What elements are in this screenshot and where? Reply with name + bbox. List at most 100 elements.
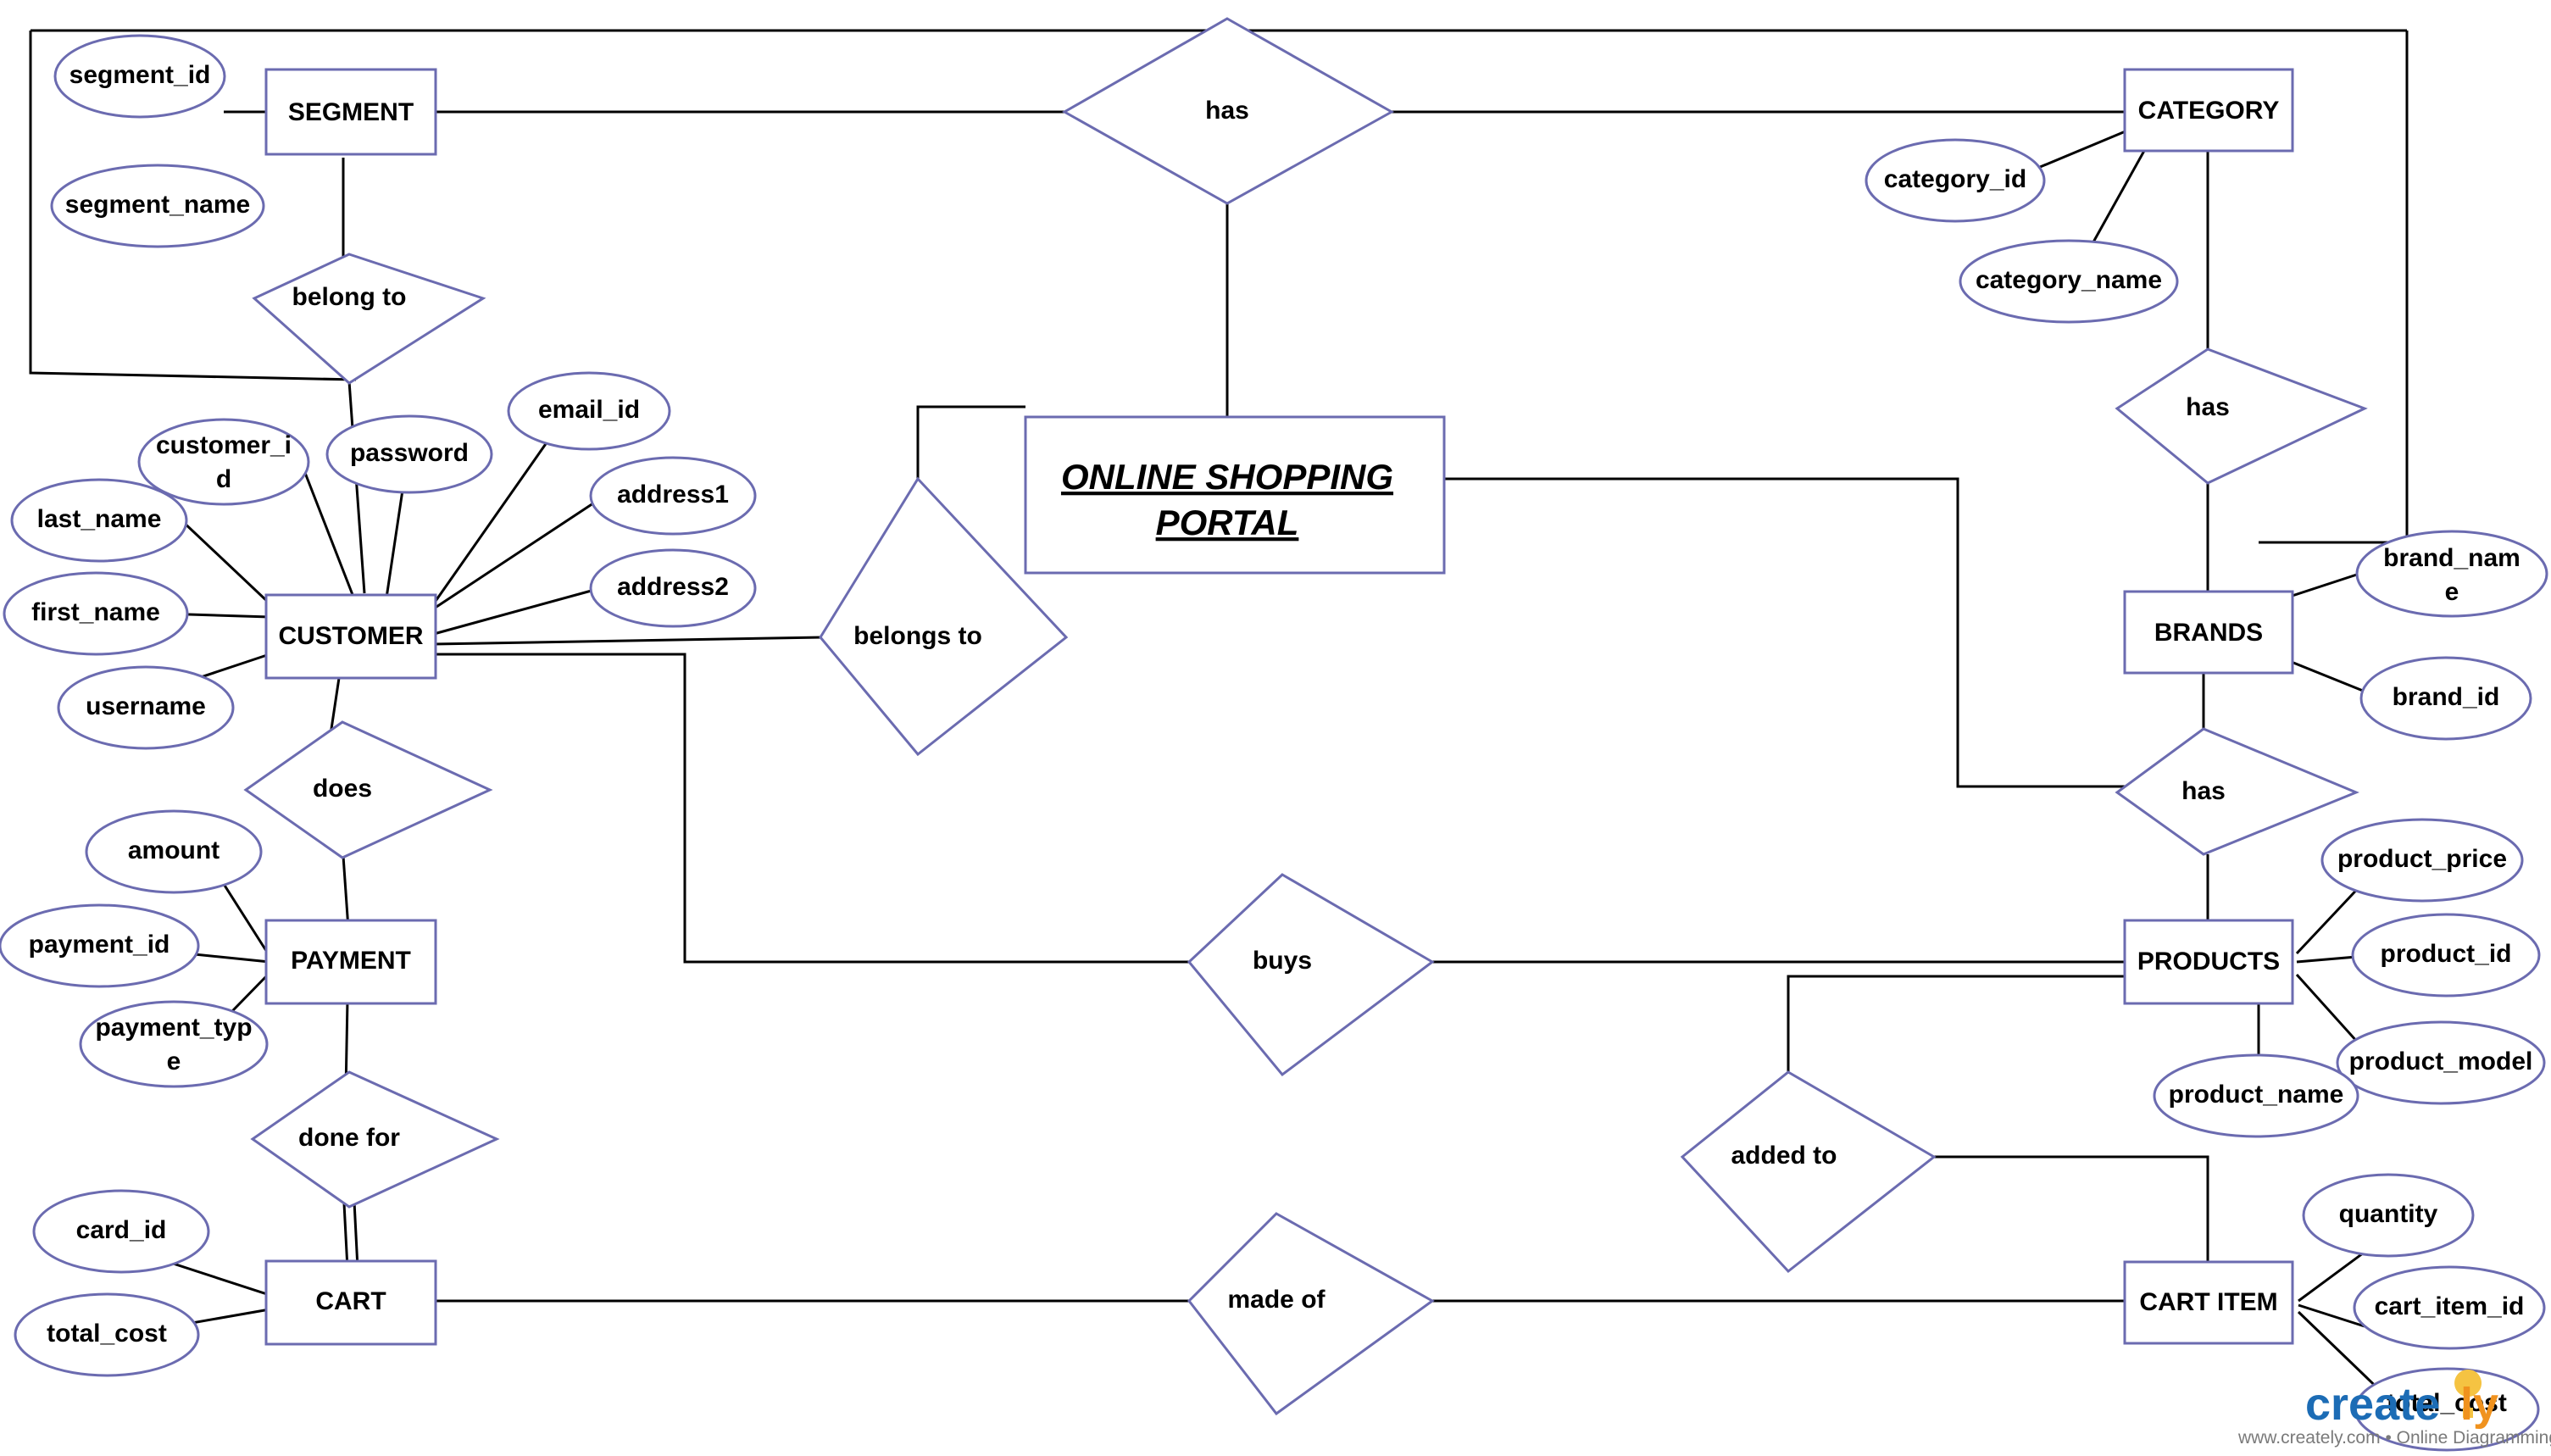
connector-customer-belongsto [433, 636, 823, 646]
relationship-added-to[interactable]: added to [1680, 1070, 1937, 1274]
connector-products-addedto [1787, 975, 2125, 1076]
entity-category[interactable]: CATEGORY [2123, 68, 2294, 153]
attribute-amount[interactable]: amount [85, 809, 263, 894]
attribute-address2[interactable]: address2 [589, 548, 757, 628]
entity-customer-label: CUSTOMER [278, 622, 423, 650]
connector-customer-address1 [433, 492, 609, 610]
attribute-username[interactable]: username [57, 665, 235, 750]
attribute-quantity[interactable]: quantity [2302, 1173, 2475, 1258]
connector-customer-buys [434, 653, 1189, 964]
entity-payment[interactable]: PAYMENT [264, 919, 437, 1005]
relationship-has-top-label: has [1205, 97, 1249, 125]
attribute-brand-id[interactable]: brand_id [2359, 656, 2532, 741]
relationship-belong-to-label: belong to [292, 283, 407, 311]
relationship-made-of[interactable]: made of [1187, 1212, 1435, 1416]
attribute-product-price-label: product_price [2337, 845, 2507, 873]
entity-cart[interactable]: CART [264, 1259, 437, 1346]
relationship-has-category[interactable]: has [2115, 347, 2368, 485]
connector-layer [29, 29, 2409, 1400]
attribute-brand-id-label: brand_id [2393, 683, 2500, 711]
attribute-email-id[interactable]: email_id [507, 371, 671, 451]
relationship-made-of-label: made of [1227, 1286, 1326, 1314]
attribute-quantity-label: quantity [2339, 1200, 2438, 1228]
relationship-belong-to[interactable]: belong to [252, 253, 486, 385]
attribute-first-name[interactable]: first_name [3, 571, 189, 656]
attribute-category-name-label: category_name [1976, 266, 2162, 294]
attribute-card-id[interactable]: card_id [32, 1189, 210, 1274]
attribute-cart-total-cost[interactable]: total_cost [14, 1292, 200, 1377]
attribute-customer-id[interactable]: customer_i d [137, 418, 310, 506]
attribute-card-id-label: card_id [76, 1216, 167, 1244]
relationship-added-to-label: added to [1731, 1142, 1837, 1170]
entity-category-label: CATEGORY [2138, 97, 2280, 125]
relationship-does[interactable]: does [243, 720, 493, 859]
er-diagram-canvas: SEGMENT CUSTOMER PAYMENT CART CATEGORY B [0, 0, 2551, 1456]
connector-category-categoryname [2085, 135, 2154, 255]
connector-category-categoryid [2033, 127, 2132, 171]
attribute-password-label: password [350, 439, 469, 467]
attribute-category-name[interactable]: category_name [1959, 239, 2179, 324]
connector-customer-lastname [178, 517, 271, 605]
attribute-customer-id-line2: d [216, 465, 231, 493]
attribute-segment-id[interactable]: segment_id [53, 34, 226, 119]
attribute-product-model-label: product_model [2349, 1048, 2533, 1075]
attribute-address2-label: address2 [617, 573, 729, 601]
attribute-cart-total-cost-label: total_cost [47, 1320, 167, 1348]
attribute-product-id[interactable]: product_id [2351, 913, 2541, 998]
attribute-payment-id[interactable]: payment_id [0, 903, 200, 988]
attribute-payment-type-line1: payment_typ [95, 1014, 252, 1042]
attribute-amount-label: amount [128, 836, 220, 864]
attribute-last-name-label: last_name [37, 505, 162, 533]
entity-cart-label: CART [315, 1287, 386, 1315]
relationship-layer: has belong to belongs to does done for b [243, 17, 2368, 1416]
entity-payment-label: PAYMENT [291, 947, 411, 975]
attribute-payment-type-line2: e [167, 1048, 181, 1075]
attribute-payment-id-label: payment_id [29, 931, 170, 959]
entity-products[interactable]: PRODUCTS [2123, 919, 2294, 1005]
entity-cart-item-label: CART ITEM [2139, 1288, 2277, 1316]
attribute-product-name-label: product_name [2169, 1081, 2344, 1109]
attribute-cart-item-id[interactable]: cart_item_id [2353, 1265, 2546, 1350]
connector-addedto-cartitem [1888, 1155, 2209, 1267]
relationship-buys-label: buys [1253, 947, 1312, 975]
diagram-title-line2: PORTAL [1156, 503, 1299, 542]
entity-customer[interactable]: CUSTOMER [264, 593, 437, 680]
attribute-product-model[interactable]: product_model [2336, 1020, 2546, 1105]
attribute-brand-name[interactable]: brand_nam e [2355, 530, 2548, 618]
connector-customer-customerid [303, 472, 358, 604]
connector-products-price [2295, 880, 2366, 955]
attribute-brand-name-line1: brand_nam [2383, 544, 2520, 572]
attribute-segment-name[interactable]: segment_name [50, 164, 265, 248]
attribute-address1[interactable]: address1 [589, 456, 757, 536]
entity-segment-label: SEGMENT [288, 98, 414, 126]
attribute-last-name[interactable]: last_name [10, 478, 188, 563]
relationship-buys[interactable]: buys [1187, 873, 1435, 1077]
entity-brands-label: BRANDS [2154, 619, 2263, 647]
attribute-product-id-label: product_id [2381, 940, 2512, 968]
attribute-segment-id-label: segment_id [69, 61, 211, 89]
attribute-category-id[interactable]: category_id [1865, 138, 2046, 223]
attribute-product-price[interactable]: product_price [2320, 818, 2524, 903]
attribute-payment-type[interactable]: payment_typ e [79, 1000, 269, 1088]
entity-products-label: PRODUCTS [2137, 948, 2280, 975]
relationship-has-brands-label: has [2181, 777, 2226, 805]
relationship-has-top[interactable]: has [1061, 17, 1395, 205]
entity-cart-item[interactable]: CART ITEM [2123, 1260, 2294, 1345]
relationship-belongs-to-label: belongs to [853, 622, 982, 650]
attribute-category-id-label: category_id [1884, 165, 2026, 193]
attribute-address1-label: address1 [617, 481, 729, 508]
relationship-done-for[interactable]: done for [250, 1070, 500, 1209]
attribute-username-label: username [86, 692, 206, 720]
relationship-does-label: does [313, 775, 372, 803]
attribute-product-name[interactable]: product_name [2153, 1053, 2359, 1138]
attribute-password[interactable]: password [325, 414, 493, 494]
connector-belongsto-portal [916, 405, 1025, 479]
diagram-title-box: ONLINE SHOPPING PORTAL [1024, 415, 1446, 575]
attribute-email-id-label: email_id [538, 396, 640, 424]
connector-customer-address2 [433, 585, 608, 636]
entity-segment[interactable]: SEGMENT [264, 68, 437, 156]
attribute-cart-item-id-label: cart_item_id [2375, 1292, 2525, 1320]
relationship-has-brands[interactable]: has [2115, 727, 2359, 856]
entity-brands[interactable]: BRANDS [2123, 590, 2294, 675]
attribute-first-name-label: first_name [31, 598, 160, 626]
